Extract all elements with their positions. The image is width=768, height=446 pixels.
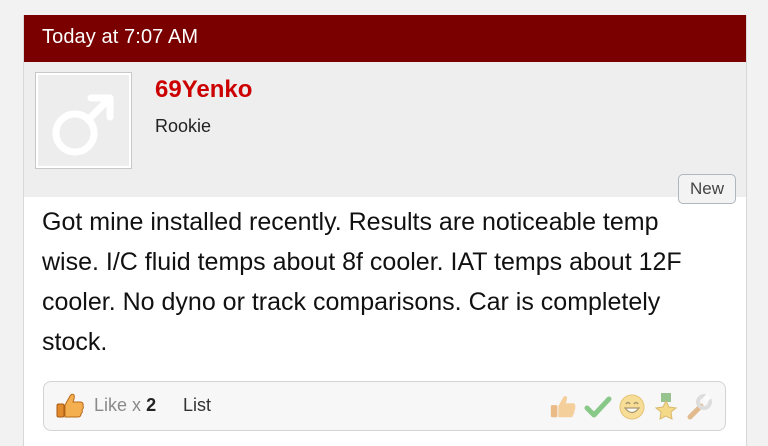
like-count: 2 — [146, 395, 157, 415]
winner-icon[interactable] — [652, 393, 680, 428]
informative-icon[interactable] — [685, 393, 713, 426]
avatar[interactable] — [35, 72, 132, 169]
post-timestamp[interactable]: Today at 7:07 AM — [42, 26, 198, 49]
like-times: x — [132, 395, 142, 415]
new-badge: New — [678, 174, 736, 204]
funny-icon[interactable] — [618, 393, 646, 426]
post-header: Today at 7:07 AM — [24, 15, 746, 62]
thumbs-up-icon[interactable] — [55, 392, 85, 425]
post-footer: Like x 2 List — [43, 381, 726, 431]
post-card: Today at 7:07 AM 69Yenko Rookie New Got … — [23, 15, 747, 446]
username-link[interactable]: 69Yenko — [155, 76, 252, 104]
agree-icon[interactable] — [584, 393, 612, 426]
male-symbol-icon — [52, 94, 114, 156]
like-label: Like — [94, 395, 128, 415]
like-icon[interactable] — [549, 393, 577, 426]
user-title: Rookie — [155, 116, 212, 136]
likes-list-link[interactable]: List — [183, 395, 211, 416]
post-message: Got mine installed recently. Results are… — [42, 208, 682, 356]
like-summary[interactable]: Like x 2 — [94, 395, 156, 416]
user-info-bar: 69Yenko Rookie — [24, 62, 746, 197]
